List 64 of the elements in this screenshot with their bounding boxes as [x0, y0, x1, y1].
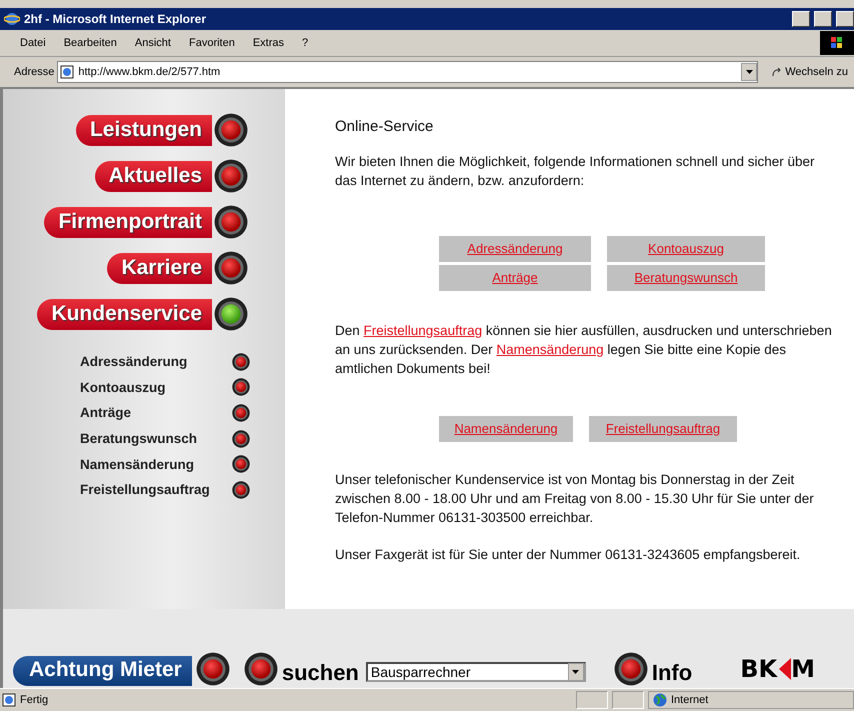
info-paragraph: Den Freistellungsauftrag können sie hier ausfüllen, ausdrucken und unterschrieben an uns zurücksenden. Der Namensänderung legen Sie bitte eine Kopie des amtlichen Dokuments bei! [335, 322, 833, 378]
status-panel [612, 691, 644, 709]
lamp-icon[interactable] [232, 430, 250, 448]
fax-text: Unser Faxgerät ist für Sie unter der Nummer 06131-3243605 empfangsbereit. [335, 546, 802, 564]
caret-icon [746, 70, 753, 74]
menu-item[interactable]: Datei [20, 37, 46, 49]
dropdown-button[interactable] [741, 63, 758, 81]
nav-link[interactable]: Aktuelles [94, 160, 212, 192]
lamp-icon[interactable] [232, 352, 250, 371]
search-label: suchen [282, 660, 359, 686]
lamp-icon[interactable] [214, 205, 248, 239]
page-icon [2, 693, 16, 707]
nav-link[interactable]: Firmenportrait [44, 206, 212, 238]
browser-icon [4, 11, 20, 27]
go-arrow-icon [771, 66, 784, 78]
globe-icon [653, 693, 667, 707]
inline-link[interactable]: Freistellungsauftrag [364, 323, 482, 338]
lamp-icon[interactable] [232, 480, 250, 499]
windows-logo-icon [820, 31, 854, 55]
menu-item[interactable]: Favoriten [188, 37, 235, 49]
status-panel [576, 691, 608, 709]
lamp-icon[interactable] [232, 404, 250, 422]
window-title: 2hf - Microsoft Internet Explorer [24, 12, 208, 26]
menu-item[interactable]: Ansicht [134, 37, 171, 49]
info-link[interactable]: Info [652, 660, 692, 686]
subnav-link[interactable]: Freistellungsauftrag [80, 482, 210, 498]
subnav-link[interactable]: Adressänderung [80, 354, 188, 370]
close-button[interactable] [836, 11, 854, 27]
subnav-link[interactable]: Beratungswunsch [80, 431, 198, 446]
page-heading: Online-Service [335, 117, 434, 136]
zone-label: Internet [671, 694, 708, 706]
search-select[interactable]: Bausparrechner [366, 662, 586, 682]
address-label: Adresse [14, 66, 54, 78]
nav-link[interactable]: Leistungen [76, 114, 212, 146]
lamp-icon[interactable] [214, 113, 248, 147]
lamp-icon[interactable] [214, 251, 248, 285]
dropdown-button[interactable] [568, 663, 584, 681]
nav-link[interactable]: Karriere [107, 252, 212, 284]
caret-icon [572, 670, 580, 674]
lamp-icon[interactable] [244, 652, 278, 686]
active-lamp-icon[interactable] [214, 297, 248, 331]
lamp-icon[interactable] [196, 652, 230, 686]
status-text: Fertig [20, 694, 50, 706]
address-field[interactable]: http://www.bkm.de/2/577.htm [57, 61, 758, 83]
inline-link[interactable]: Namensänderung [496, 342, 604, 357]
menu-item[interactable]: Bearbeiten [64, 37, 117, 49]
go-button[interactable]: Wechseln zu [771, 66, 848, 78]
phone-text: Unser telefonischer Kundenservice ist von Montag bis Donnerstag in der Zeit zwischen 8.00 - 18.00 Uhr und am Freitag von 8.00 - 15.30 Uhr für Sie unter der Telefon-Nummer 06131-303500 erreichbar. [335, 471, 815, 527]
lamp-icon[interactable] [214, 159, 248, 193]
maximize-button[interactable] [814, 11, 832, 27]
company-logo: BK M [740, 655, 815, 683]
subnav-link[interactable]: Anträge [80, 405, 132, 420]
subnav-link[interactable]: Kontoauszug [80, 380, 166, 395]
minimize-button[interactable] [792, 11, 810, 27]
lamp-icon[interactable] [232, 455, 250, 474]
lamp-icon[interactable] [232, 378, 250, 396]
page-icon [60, 65, 74, 79]
tenant-notice-link[interactable]: Achtung Mieter [13, 656, 192, 686]
lamp-icon[interactable] [614, 652, 648, 686]
subnav-link[interactable]: Namensänderung [80, 456, 194, 472]
menu-item[interactable]: ? [302, 37, 308, 49]
nav-link[interactable]: Kundenservice [37, 298, 212, 330]
intro-text: Wir bieten Ihnen die Möglichkeit, folgende Informationen schnell und sicher über das Internet zu ändern, bzw. anzufordern: [335, 153, 816, 190]
menu-item[interactable]: Extras [252, 37, 284, 49]
